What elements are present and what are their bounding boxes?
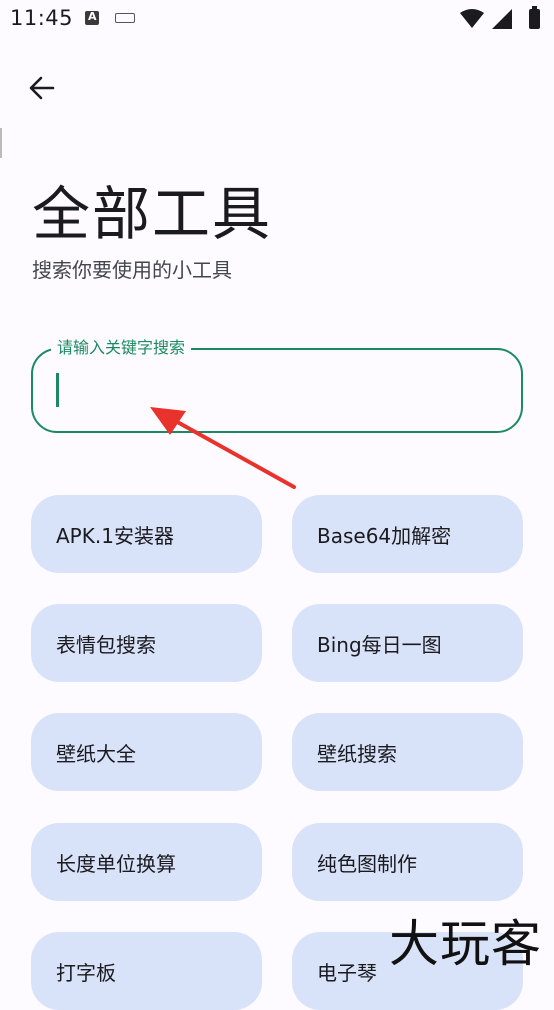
edge-divider bbox=[0, 128, 2, 158]
tool-chip-length-converter[interactable]: 长度单位换算 bbox=[31, 823, 262, 901]
keyboard-icon bbox=[115, 13, 135, 23]
tool-chip-typing-board[interactable]: 打字板 bbox=[31, 932, 262, 1010]
tool-chip-apk-installer[interactable]: APK.1安装器 bbox=[31, 495, 262, 573]
search-field[interactable]: 请输入关键字搜索 bbox=[31, 338, 523, 433]
battery-icon bbox=[529, 6, 540, 29]
wifi-icon bbox=[460, 9, 484, 28]
search-label: 请输入关键字搜索 bbox=[51, 338, 192, 358]
search-input[interactable] bbox=[53, 370, 507, 412]
signal-icon bbox=[492, 9, 512, 29]
tool-chip-emoji-search[interactable]: 表情包搜索 bbox=[31, 604, 262, 682]
tool-chip-bing-daily[interactable]: Bing每日一图 bbox=[292, 604, 523, 682]
back-button[interactable] bbox=[20, 66, 64, 110]
text-cursor bbox=[56, 373, 59, 407]
page-subtitle: 搜索你要使用的小工具 bbox=[32, 258, 232, 282]
status-time: 11:45 bbox=[10, 6, 74, 30]
status-bar: 11:45 A bbox=[0, 0, 554, 38]
arrow-left-icon bbox=[29, 76, 55, 100]
tool-chip-wallpaper-search[interactable]: 壁纸搜索 bbox=[292, 713, 523, 791]
tool-chip-solid-color[interactable]: 纯色图制作 bbox=[292, 823, 523, 901]
page-title: 全部工具 bbox=[32, 180, 273, 248]
watermark-logo: 大玩客 bbox=[389, 915, 542, 973]
accessibility-a-icon: A bbox=[85, 10, 99, 25]
tool-chip-base64[interactable]: Base64加解密 bbox=[292, 495, 523, 573]
tool-chip-wallpapers[interactable]: 壁纸大全 bbox=[31, 713, 262, 791]
